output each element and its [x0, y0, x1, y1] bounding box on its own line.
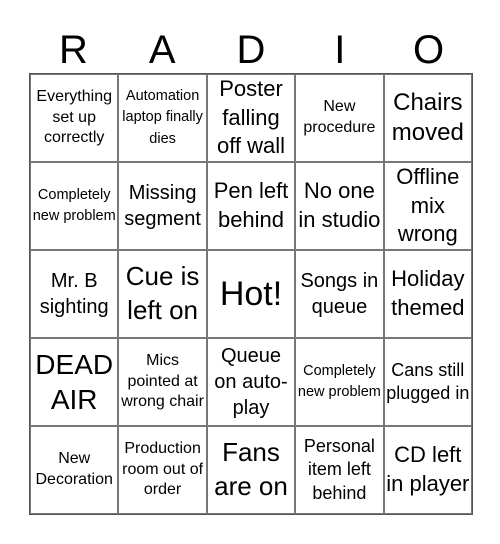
bingo-cell[interactable]: Holiday themed: [383, 250, 472, 338]
bingo-cell[interactable]: Missing segment: [118, 162, 207, 250]
bingo-grid: Everything set up correctly Automation l…: [29, 73, 473, 515]
header-letter-i: I: [334, 28, 346, 72]
bingo-cell[interactable]: Cans still plugged in: [383, 338, 472, 426]
bingo-cell[interactable]: Fans are on: [206, 426, 296, 514]
bingo-cell[interactable]: Pen left behind: [206, 162, 296, 250]
bingo-cell[interactable]: Mr. B sighting: [30, 250, 119, 338]
bingo-cell[interactable]: Chairs moved: [383, 74, 472, 162]
bingo-cell-free[interactable]: Hot!: [206, 250, 296, 338]
header-letter-r: R: [58, 28, 88, 72]
bingo-cell[interactable]: New Decoration: [30, 426, 119, 514]
bingo-cell[interactable]: Completely new problem: [295, 338, 384, 426]
bingo-cell[interactable]: Queue on auto-play: [206, 338, 296, 426]
bingo-cell[interactable]: Mics pointed at wrong chair: [118, 338, 207, 426]
bingo-cell[interactable]: Production room out of order: [118, 426, 207, 514]
bingo-header: R A D I O: [29, 28, 473, 72]
bingo-cell[interactable]: Everything set up correctly: [30, 74, 119, 162]
bingo-cell[interactable]: No one in studio: [295, 162, 384, 250]
bingo-cell[interactable]: Completely new problem: [30, 162, 119, 250]
bingo-cell[interactable]: CD left in player: [383, 426, 472, 514]
bingo-cell[interactable]: Songs in queue: [295, 250, 384, 338]
bingo-cell[interactable]: Automation laptop finally dies: [118, 74, 207, 162]
bingo-cell[interactable]: Offline mix wrong: [383, 162, 472, 250]
header-letter-o: O: [413, 28, 445, 72]
bingo-cell[interactable]: Cue is left on: [118, 250, 207, 338]
bingo-cell[interactable]: New procedure: [295, 74, 384, 162]
bingo-cell[interactable]: DEAD AIR: [30, 338, 119, 426]
header-letter-a: A: [148, 28, 176, 72]
bingo-cell[interactable]: Poster falling off wall: [206, 74, 296, 162]
bingo-cell[interactable]: Personal item left behind: [295, 426, 384, 514]
header-letter-d: D: [236, 28, 266, 72]
